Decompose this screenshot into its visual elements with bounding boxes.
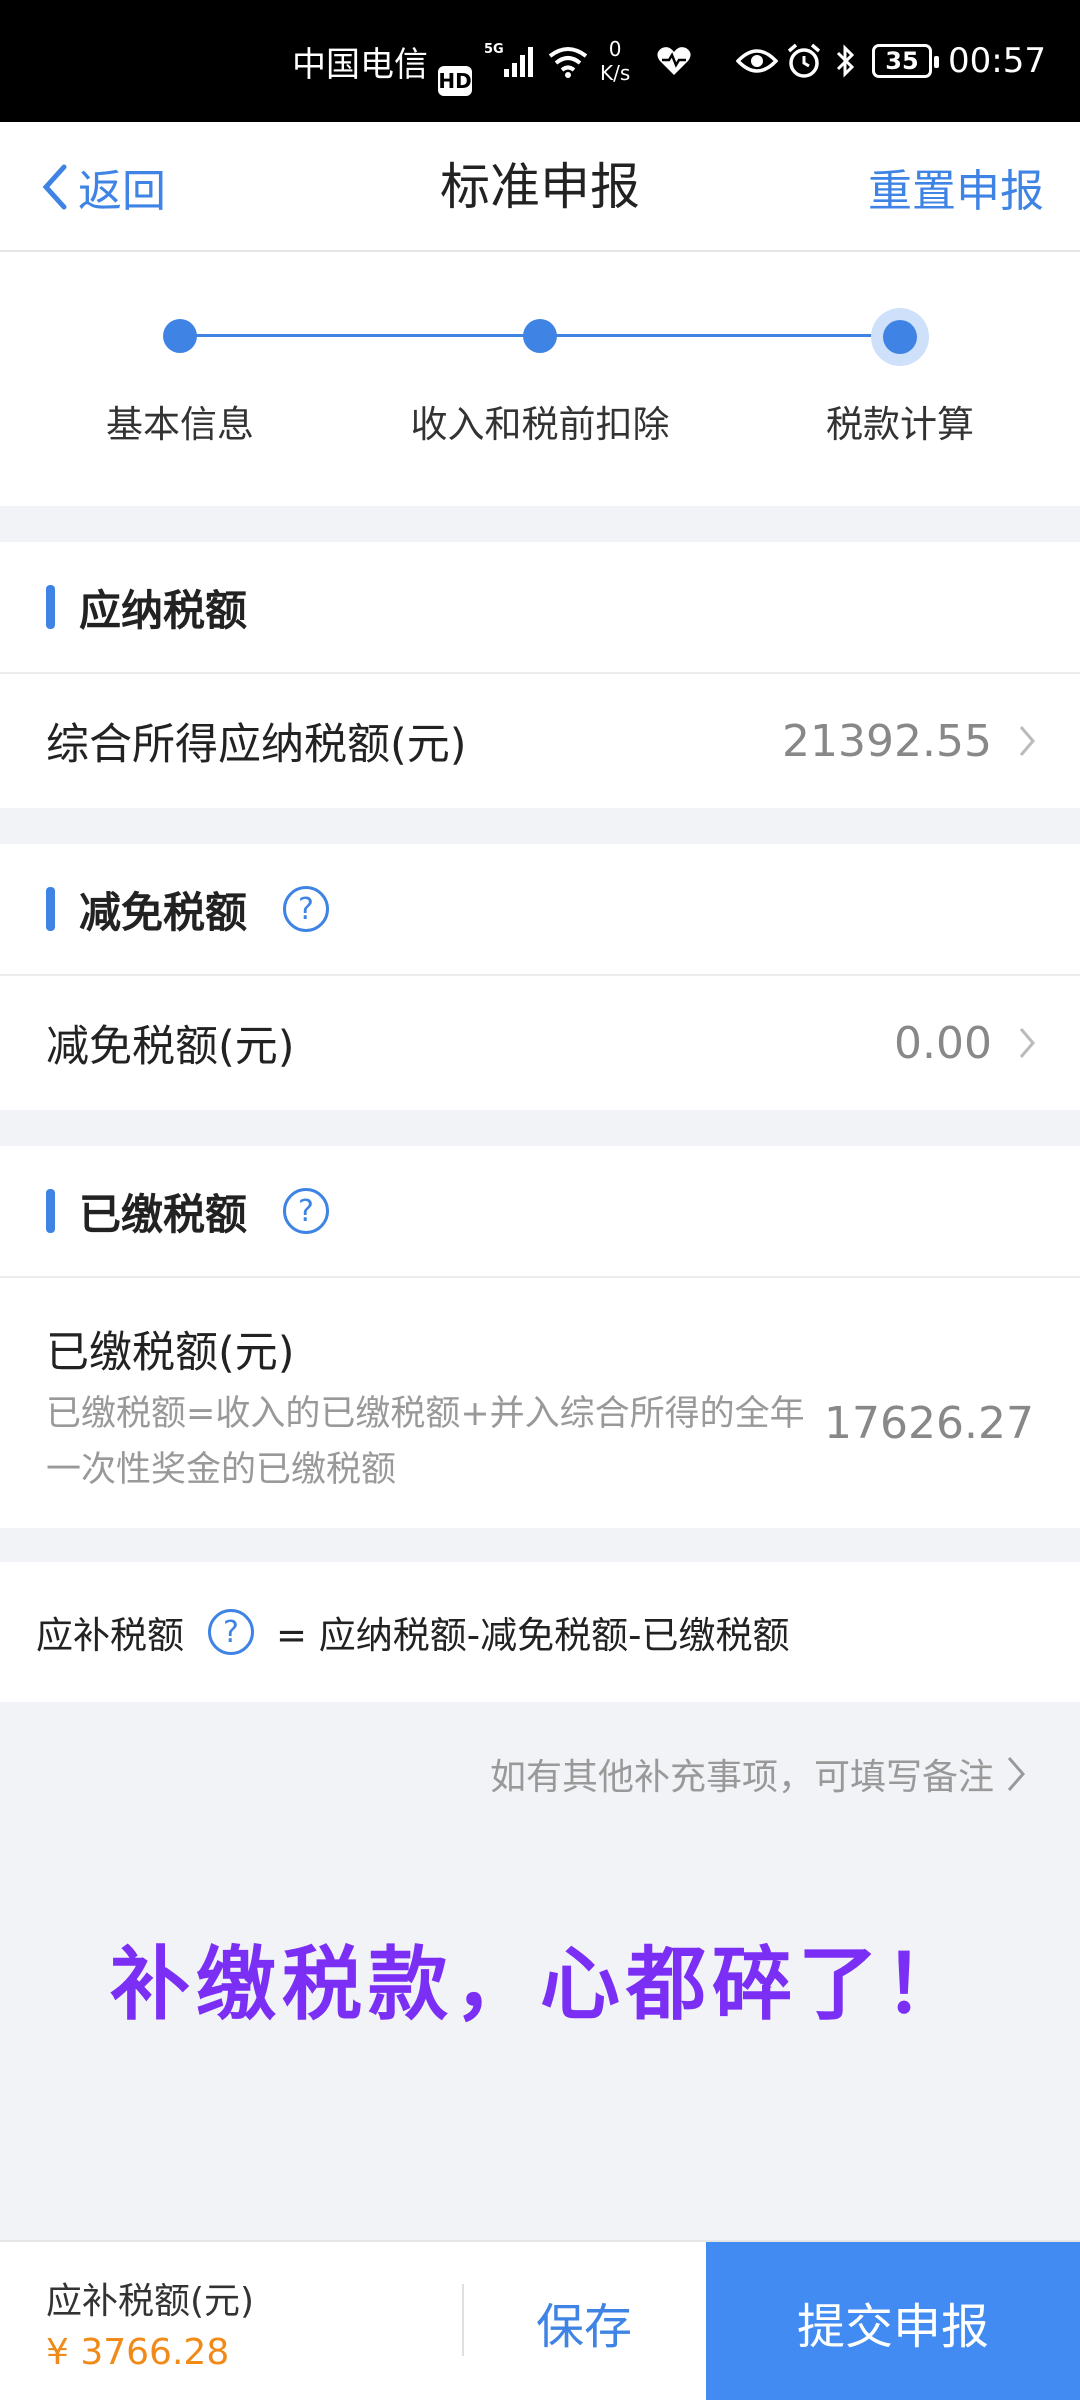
signal-icon: 5G — [484, 0, 538, 122]
reset-declaration-button[interactable]: 重置申报 — [868, 122, 1044, 252]
network-speed: 0 K/s — [600, 0, 630, 122]
section-header: 已缴税额 ? — [0, 1146, 1080, 1278]
step-dot-tax-calc — [871, 308, 929, 366]
section-title: 减免税额 — [79, 887, 248, 937]
step-connector — [180, 334, 540, 337]
heart-rate-icon — [656, 0, 692, 122]
save-button[interactable]: 保存 — [464, 2242, 704, 2400]
row-label: 综合所得应纳税额(元) — [46, 720, 467, 770]
section-marker — [46, 1189, 55, 1233]
chevron-right-icon — [1018, 724, 1036, 758]
supplement-formula: = 应纳税额-减免税额-已缴税额 — [276, 1614, 790, 1657]
step-label-income: 收入和税前扣除 — [410, 403, 670, 446]
nav-bar: 标准申报 返回 重置申报 — [0, 122, 1080, 252]
remark-label: 如有其他补充事项，可填写备注 — [489, 1757, 994, 1798]
step-label-basic-info: 基本信息 — [106, 403, 254, 446]
battery-icon: 35 — [872, 0, 939, 122]
row-value: 0.00 — [894, 1017, 992, 1069]
speed-unit: K/s — [600, 61, 631, 85]
row-label: 减免税额(元) — [46, 1022, 295, 1072]
svg-text:5G: 5G — [484, 42, 504, 57]
chevron-right-icon — [1018, 1026, 1036, 1060]
tax-payable-row[interactable]: 综合所得应纳税额(元) 21392.55 — [0, 674, 1080, 808]
step-dot-basic-info — [163, 319, 197, 353]
wifi-icon — [548, 0, 588, 122]
eye-comfort-icon — [736, 0, 778, 122]
progress-steps: 基本信息 收入和税前扣除 税款计算 — [0, 252, 1080, 506]
tax-paid-row: 已缴税额(元) 已缴税额=收入的已缴税额+并入综合所得的全年一次性奖金的已缴税额… — [0, 1278, 1080, 1528]
bluetooth-icon — [834, 0, 858, 122]
section-title: 应纳税额 — [79, 585, 248, 635]
amount-due-value: ¥ 3766.28 — [46, 2332, 230, 2373]
row-value: 17626.27 — [824, 1398, 1034, 1449]
amount-due-label: 应补税额(元) — [46, 2281, 255, 2322]
hd-badge: HD — [438, 66, 472, 96]
help-icon[interactable]: ? — [283, 886, 330, 932]
speed-value: 0 — [608, 37, 622, 61]
remark-link[interactable]: 如有其他补充事项，可填写备注 — [490, 1748, 1026, 1800]
help-icon[interactable]: ? — [208, 1609, 254, 1655]
tax-relief-section: 减免税额 ? 减免税额(元) 0.00 — [0, 844, 1080, 1110]
section-marker — [46, 585, 55, 629]
chevron-left-icon — [42, 164, 67, 210]
step-dot-income — [523, 319, 557, 353]
alarm-icon — [786, 0, 822, 122]
bottom-bar: 应补税额(元) ¥ 3766.28 保存 提交申报 — [0, 2240, 1080, 2400]
submit-declaration-button[interactable]: 提交申报 — [706, 2242, 1080, 2400]
row-label: 已缴税额(元) — [46, 1328, 295, 1378]
overlay-caption: 补缴税款，心都碎了！ — [110, 1938, 970, 2031]
row-description: 已缴税额=收入的已缴税额+并入综合所得的全年一次性奖金的已缴税额 — [46, 1394, 805, 1490]
status-bar: 中国电信 HD 5G 0 K/s 35 00:57 — [0, 0, 1080, 122]
clock: 00:57 — [948, 41, 1046, 81]
battery-level: 35 — [872, 44, 939, 78]
supplement-label: 应补税额 — [36, 1614, 184, 1657]
section-title: 已缴税额 — [79, 1189, 248, 1239]
carrier-label: 中国电信 — [292, 44, 428, 85]
help-icon[interactable]: ? — [283, 1188, 330, 1234]
row-value: 21392.55 — [782, 715, 992, 767]
section-header: 减免税额 ? — [0, 844, 1080, 976]
section-marker — [46, 887, 55, 931]
tax-relief-row[interactable]: 减免税额(元) 0.00 — [0, 976, 1080, 1110]
tax-paid-section: 已缴税额 ? 已缴税额(元) 已缴税额=收入的已缴税额+并入综合所得的全年一次性… — [0, 1146, 1080, 1528]
step-connector — [540, 334, 900, 337]
back-button[interactable]: 返回 — [40, 122, 166, 252]
section-header: 应纳税额 — [0, 542, 1080, 674]
supplement-tax-section: 应补税额 ? = 应纳税额-减免税额-已缴税额 — [0, 1562, 1080, 1702]
chevron-right-icon — [1007, 1757, 1025, 1791]
supplement-row: 应补税额 ? = 应纳税额-减免税额-已缴税额 — [0, 1562, 1080, 1702]
step-label-tax-calc: 税款计算 — [826, 403, 974, 446]
tax-payable-section: 应纳税额 综合所得应纳税额(元) 21392.55 — [0, 542, 1080, 808]
back-label: 返回 — [78, 166, 166, 217]
